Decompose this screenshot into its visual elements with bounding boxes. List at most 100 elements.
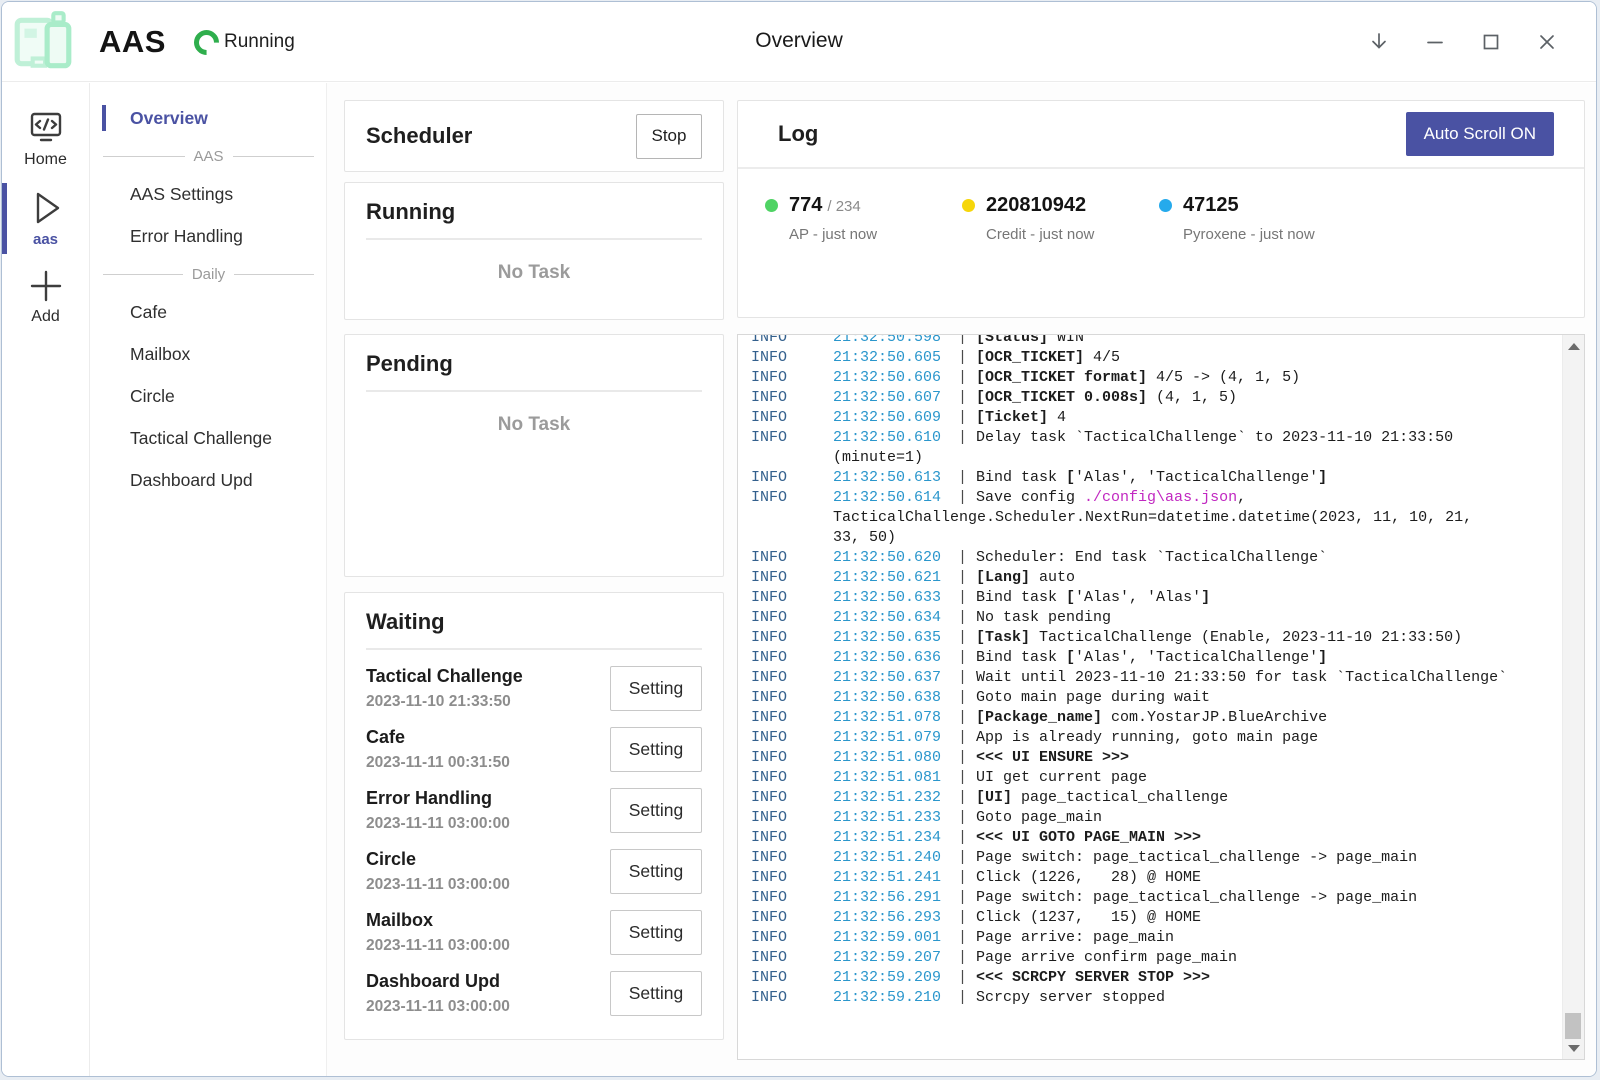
log-timestamp: 21:32:50.635 — [833, 628, 958, 648]
log-level: INFO — [751, 488, 833, 508]
log-separator: | — [958, 369, 976, 386]
setting-button-cafe[interactable]: Setting — [610, 727, 702, 772]
log-level: INFO — [751, 728, 833, 748]
nav-item-mailbox[interactable]: Mailbox — [91, 333, 326, 375]
log-header: Log Auto Scroll ON — [738, 101, 1584, 167]
setting-button-error-handling[interactable]: Setting — [610, 788, 702, 833]
nav-item-cafe[interactable]: Cafe — [91, 291, 326, 333]
log-level: INFO — [751, 548, 833, 568]
scrollbar-down-arrow[interactable] — [1563, 1039, 1584, 1057]
stat-value-row: 774/ 234 — [789, 194, 877, 217]
hide-to-tray-icon[interactable] — [1366, 29, 1392, 55]
log-message: Goto main page during wait — [976, 689, 1210, 706]
log-line: INFO21:32:56.293| Click (1237, 15) @ HOM… — [751, 908, 1562, 928]
log-line: INFO21:32:59.209| <<< SCRCPY SERVER STOP… — [751, 968, 1562, 988]
log-timestamp: 21:32:50.598 — [833, 335, 958, 348]
waiting-task-list: Tactical Challenge2023-11-10 21:33:50Set… — [366, 650, 702, 1024]
nav-item-overview[interactable]: Overview — [91, 97, 326, 139]
log-separator: | — [958, 969, 976, 986]
task-name: Mailbox — [366, 910, 510, 931]
task-name: Tactical Challenge — [366, 666, 523, 687]
log-message: <<< SCRCPY SERVER STOP >>> — [976, 969, 1210, 986]
log-message: Bind task ['Alas', 'TacticalChallenge'] — [976, 649, 1327, 666]
stop-button[interactable]: Stop — [636, 114, 702, 159]
pending-empty-text: No Task — [366, 414, 702, 436]
minimize-icon[interactable] — [1422, 29, 1448, 55]
rail-item-add[interactable]: Add — [2, 258, 90, 336]
log-message: Page switch: page_tactical_challenge -> … — [976, 889, 1417, 906]
window-controls — [1366, 2, 1560, 82]
task-name: Cafe — [366, 727, 510, 748]
app-window: AAS Running Overview Home — [1, 1, 1597, 1077]
setting-button-tactical-challenge[interactable]: Setting — [610, 666, 702, 711]
log-line: INFO21:32:50.620| Scheduler: End task `T… — [751, 548, 1562, 568]
log-message: TacticalChallenge.Scheduler.NextRun=date… — [833, 509, 1472, 526]
waiting-title: Waiting — [366, 609, 702, 635]
log-message: UI get current page — [976, 769, 1147, 786]
log-line: INFO21:32:50.607| [OCR_TICKET 0.008s] (4… — [751, 388, 1562, 408]
log-line: INFO21:32:50.637| Wait until 2023-11-10 … — [751, 668, 1562, 688]
log-scrollbar[interactable] — [1562, 335, 1584, 1059]
auto-scroll-toggle[interactable]: Auto Scroll ON — [1406, 112, 1554, 156]
stat-ap: 774/ 234AP - just now — [765, 194, 962, 243]
scrollbar-up-arrow[interactable] — [1563, 337, 1584, 355]
log-line: INFO21:32:50.613| Bind task ['Alas', 'Ta… — [751, 468, 1562, 488]
log-timestamp: 21:32:51.241 — [833, 868, 958, 888]
log-message: [Ticket] 4 — [976, 409, 1066, 426]
log-timestamp: 21:32:51.240 — [833, 848, 958, 868]
log-line: INFO21:32:50.635| [Task] TacticalChallen… — [751, 628, 1562, 648]
log-message: [Task] TacticalChallenge (Enable, 2023-1… — [976, 629, 1462, 646]
log-separator: | — [958, 669, 976, 686]
log-timestamp: 21:32:50.609 — [833, 408, 958, 428]
nav-divider-label: Daily — [192, 266, 225, 283]
running-card: Running No Task — [344, 182, 724, 320]
close-icon[interactable] — [1534, 29, 1560, 55]
log-message: [OCR_TICKET format] 4/5 -> (4, 1, 5) — [976, 369, 1300, 386]
nav-item-dashboard-upd[interactable]: Dashboard Upd — [91, 459, 326, 501]
plus-icon — [25, 267, 67, 305]
nav-item-tactical-challenge[interactable]: Tactical Challenge — [91, 417, 326, 459]
maximize-icon[interactable] — [1478, 29, 1504, 55]
nav-item-circle[interactable]: Circle — [91, 375, 326, 417]
log-timestamp: 21:32:51.232 — [833, 788, 958, 808]
log-timestamp: 21:32:50.606 — [833, 368, 958, 388]
log-line: INFO21:32:59.210| Scrcpy server stopped — [751, 988, 1562, 1008]
log-line: TacticalChallenge.Scheduler.NextRun=date… — [751, 508, 1562, 528]
log-console[interactable]: INFO21:32:50.598| [Status] WININFO21:32:… — [737, 334, 1585, 1060]
log-timestamp: 21:32:50.634 — [833, 608, 958, 628]
log-message: Wait until 2023-11-10 21:33:50 for task … — [976, 669, 1507, 686]
scrollbar-thumb[interactable] — [1565, 1013, 1581, 1039]
log-timestamp: 21:32:59.001 — [833, 928, 958, 948]
log-level: INFO — [751, 748, 833, 768]
log-separator: | — [958, 749, 976, 766]
log-level: INFO — [751, 468, 833, 488]
log-line: INFO21:32:51.081| UI get current page — [751, 768, 1562, 788]
home-monitor-icon — [25, 110, 67, 148]
log-line: INFO21:32:51.233| Goto page_main — [751, 808, 1562, 828]
task-name: Dashboard Upd — [366, 971, 510, 992]
scheduler-card: Scheduler Stop — [344, 100, 724, 172]
log-line: INFO21:32:50.638| Goto main page during … — [751, 688, 1562, 708]
log-separator: | — [958, 709, 976, 726]
log-timestamp: 21:32:56.291 — [833, 888, 958, 908]
nav-item-aas-settings[interactable]: AAS Settings — [91, 173, 326, 215]
log-timestamp: 21:32:51.233 — [833, 808, 958, 828]
stat-value: 220810942 — [986, 194, 1086, 216]
waiting-card: Waiting Tactical Challenge2023-11-10 21:… — [344, 592, 724, 1040]
nav-item-error-handling[interactable]: Error Handling — [91, 215, 326, 257]
log-line: INFO21:32:51.234| <<< UI GOTO PAGE_MAIN … — [751, 828, 1562, 848]
log-message: Page switch: page_tactical_challenge -> … — [976, 849, 1417, 866]
task-row-dashboard-upd: Dashboard Upd2023-11-11 03:00:00Setting — [366, 963, 702, 1024]
log-message: [OCR_TICKET] 4/5 — [976, 349, 1120, 366]
setting-button-circle[interactable]: Setting — [610, 849, 702, 894]
task-next-run: 2023-11-11 03:00:00 — [366, 937, 510, 955]
rail-item-home[interactable]: Home — [2, 101, 90, 179]
log-separator: | — [958, 589, 976, 606]
log-level: INFO — [751, 768, 833, 788]
log-separator: | — [958, 929, 976, 946]
divider — [366, 390, 702, 392]
rail-item-aas[interactable]: aas — [2, 179, 90, 258]
setting-button-dashboard-upd[interactable]: Setting — [610, 971, 702, 1016]
stat-value: 47125 — [1183, 194, 1239, 216]
setting-button-mailbox[interactable]: Setting — [610, 910, 702, 955]
